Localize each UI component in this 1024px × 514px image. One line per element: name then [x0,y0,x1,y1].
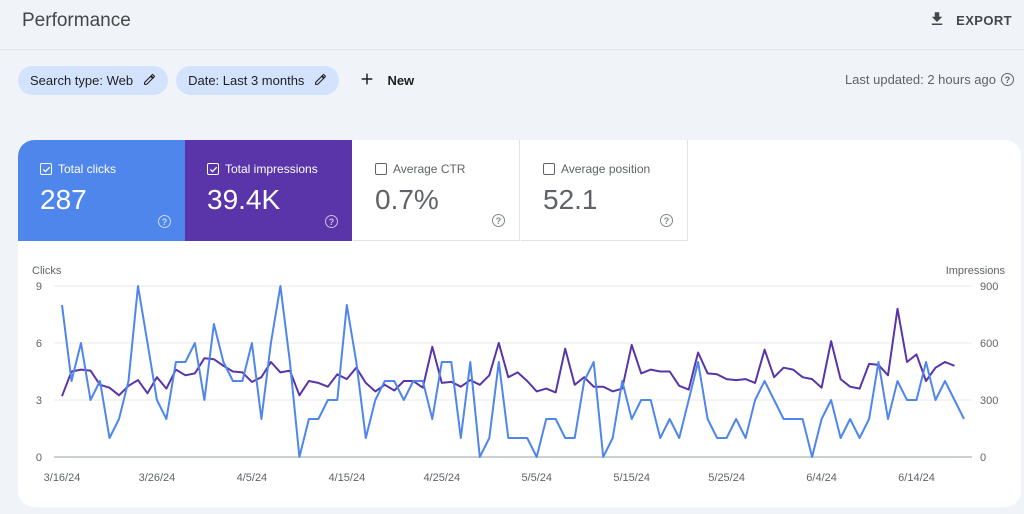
help-icon[interactable]: ? [1001,73,1014,86]
last-updated: Last updated: 2 hours ago ? [845,72,1014,87]
y-left-tick-label: 6 [36,338,42,350]
date-range-label: Date: Last 3 months [188,73,305,88]
search-type-label: Search type: Web [30,73,134,88]
search-type-chip[interactable]: Search type: Web [18,66,169,95]
series-line-clicks[interactable] [61,285,965,458]
y-left-tick-label: 3 [36,395,42,407]
x-tick-label: 5/25/24 [708,472,745,484]
export-button[interactable]: EXPORT [928,10,1012,31]
x-tick-label: 6/14/24 [898,472,935,484]
x-tick-label: 5/15/24 [613,472,650,484]
y-right-tick-label: 300 [980,395,998,407]
edit-pencil-icon [143,73,156,89]
x-tick-label: 4/5/24 [237,472,268,484]
page-header: Performance EXPORT [0,0,1024,50]
y-right-tick-label: 600 [980,338,998,350]
edit-pencil-icon [314,73,327,89]
new-filter-label: New [387,73,415,88]
performance-card: Total clicks 287 ? Total impressions 39.… [18,140,1021,507]
new-filter-button[interactable]: New [359,71,414,90]
plus-icon [359,71,375,90]
x-tick-label: 6/4/24 [806,472,837,484]
y-axis-right-title: Impressions [946,265,1006,277]
y-right-tick-label: 900 [980,281,998,293]
x-tick-label: 5/5/24 [521,472,552,484]
y-axis-left-title: Clicks [32,265,62,277]
last-updated-text: Last updated: 2 hours ago [844,72,996,87]
y-left-tick-label: 0 [36,452,42,464]
x-tick-label: 4/15/24 [328,472,365,484]
performance-chart[interactable]: Clicks Impressions 0 3 6 9 0 300 600 900 3/16/24… [18,140,1021,507]
date-range-chip[interactable]: Date: Last 3 months [176,66,340,95]
filter-bar: Search type: Web Date: Last 3 months New [18,66,414,95]
x-tick-label: 3/16/24 [44,472,81,484]
page-title: Performance [22,10,131,31]
x-tick-label: 3/26/24 [139,472,176,484]
export-label: EXPORT [956,13,1012,28]
y-left-tick-label: 9 [36,281,42,293]
y-right-tick-label: 0 [980,452,986,464]
x-tick-label: 4/25/24 [423,472,460,484]
download-icon [928,10,946,31]
